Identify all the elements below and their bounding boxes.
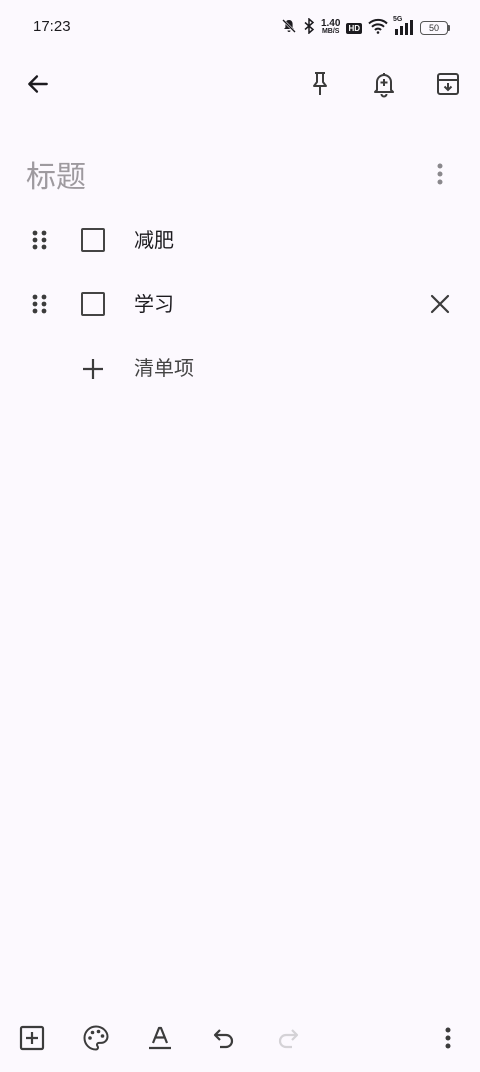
more-options-button[interactable] bbox=[428, 1020, 468, 1060]
bottom-toolbar bbox=[0, 1008, 480, 1072]
item-checkbox[interactable] bbox=[81, 228, 105, 252]
pin-icon bbox=[308, 70, 332, 102]
archive-icon bbox=[435, 71, 461, 101]
item-checkbox[interactable] bbox=[81, 292, 105, 316]
battery-indicator: 50 bbox=[420, 21, 450, 35]
plus-icon bbox=[82, 358, 104, 380]
status-time: 17:23 bbox=[33, 18, 71, 35]
back-button[interactable] bbox=[18, 66, 58, 106]
bell-off-icon bbox=[281, 18, 297, 38]
undo-icon bbox=[211, 1025, 237, 1055]
delete-item-button[interactable] bbox=[430, 294, 450, 314]
add-box-icon bbox=[19, 1025, 45, 1055]
wifi-icon bbox=[368, 18, 388, 38]
drag-handle-icon[interactable] bbox=[30, 230, 50, 250]
arrow-left-icon bbox=[25, 71, 51, 101]
more-vert-icon bbox=[444, 1026, 452, 1054]
redo-icon bbox=[275, 1025, 301, 1055]
hd-badge: HD bbox=[346, 22, 362, 34]
battery-level: 50 bbox=[420, 21, 448, 35]
bell-plus-icon bbox=[371, 70, 397, 102]
add-item-label: 清单项 bbox=[134, 356, 194, 380]
status-bar: 17:23 1.40 MB/S HD 5G 50 bbox=[0, 0, 480, 56]
net-speed-unit: MB/S bbox=[321, 28, 340, 35]
list-item: 学习 bbox=[0, 272, 480, 336]
drag-handle-icon[interactable] bbox=[30, 294, 50, 314]
bluetooth-icon bbox=[303, 17, 315, 38]
redo-button[interactable] bbox=[268, 1020, 308, 1060]
close-icon bbox=[430, 294, 450, 318]
item-text[interactable]: 减肥 bbox=[134, 228, 174, 252]
list-item: 减肥 bbox=[0, 208, 480, 272]
undo-button[interactable] bbox=[204, 1020, 244, 1060]
net-speed: 1.40 MB/S bbox=[320, 18, 341, 36]
add-content-button[interactable] bbox=[12, 1020, 52, 1060]
background-options-button[interactable] bbox=[76, 1020, 116, 1060]
item-text[interactable]: 学习 bbox=[134, 292, 174, 316]
title-input[interactable] bbox=[26, 155, 406, 199]
status-icons: 1.40 MB/S HD 5G 50 bbox=[281, 16, 450, 40]
title-more-button[interactable] bbox=[420, 156, 460, 196]
net-speed-value: 1.40 bbox=[320, 18, 341, 29]
add-list-item[interactable]: 清单项 bbox=[0, 336, 480, 400]
text-format-icon bbox=[147, 1025, 173, 1055]
reminder-button[interactable] bbox=[364, 66, 404, 106]
network-type: 5G bbox=[393, 16, 403, 23]
archive-button[interactable] bbox=[428, 66, 468, 106]
text-format-button[interactable] bbox=[140, 1020, 180, 1060]
palette-icon bbox=[82, 1024, 110, 1056]
battery-tip bbox=[448, 25, 450, 31]
cell-signal-icon: 5G bbox=[393, 16, 414, 36]
pin-button[interactable] bbox=[300, 66, 340, 106]
more-vert-icon bbox=[436, 162, 444, 190]
